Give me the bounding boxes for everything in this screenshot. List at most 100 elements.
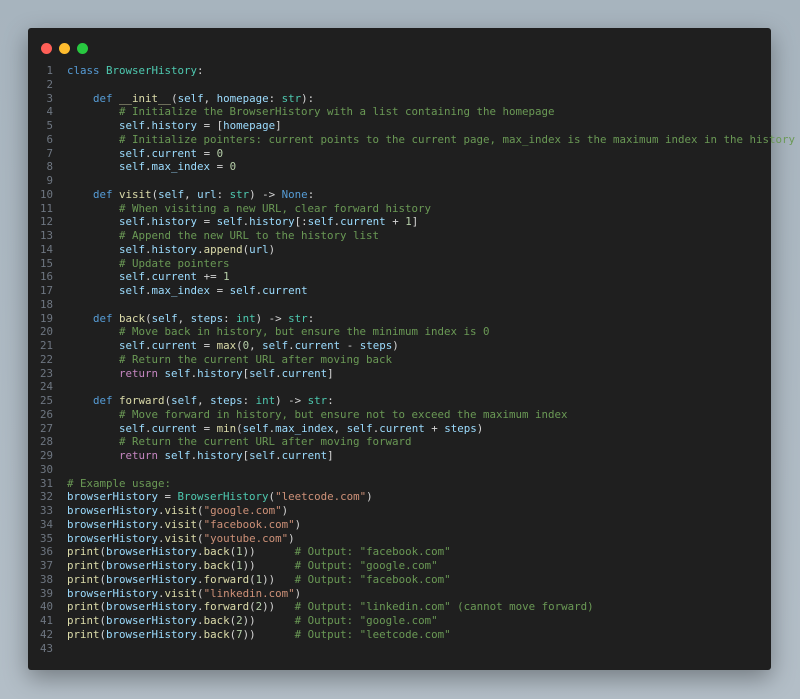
code-line: 9: [28, 174, 771, 188]
line-source: # Move forward in history, but ensure no…: [67, 408, 568, 422]
code-token: :: [327, 394, 334, 407]
code-token: BrowserHistory: [106, 64, 198, 77]
code-token: ,: [197, 394, 211, 407]
line-number: 35: [39, 531, 53, 545]
code-token: visit: [164, 531, 198, 545]
code-token: str: [288, 311, 308, 325]
code-token: browserHistory: [106, 600, 198, 614]
code-token: back: [203, 627, 230, 641]
line-number: 13: [39, 229, 53, 242]
code-line: 40 print(browserHistory.forward(2)) # Out…: [28, 600, 771, 614]
code-line: 42 print(browserHistory.back(7)) # Output…: [28, 628, 771, 642]
code-line: 41 print(browserHistory.back(2)) # Output…: [28, 614, 771, 628]
code-token: print: [67, 600, 100, 614]
code-line: 39 browserHistory.visit("linkedin.com"): [28, 587, 771, 601]
code-token: ) ->: [249, 187, 282, 201]
line-source: print(browserHistory.back(1)) # Output: …: [67, 559, 438, 573]
code-token: print: [67, 572, 100, 586]
code-token: return: [119, 366, 159, 380]
code-token: ): [294, 586, 302, 600]
code-token: [:: [294, 215, 308, 229]
code-token: )): [242, 627, 295, 641]
code-token: max_index: [151, 160, 211, 174]
code-token: browserHistory: [67, 504, 159, 517]
code-token: ]: [411, 215, 419, 229]
line-source: return self.history[self.current]: [67, 367, 334, 381]
code-token: print: [67, 545, 100, 559]
line-number: 26: [39, 407, 53, 421]
code-token: =: [197, 215, 217, 229]
maximize-button[interactable]: [77, 43, 88, 54]
code-line: 20 # Move back in history, but ensure th…: [28, 325, 771, 339]
code-token: =: [210, 160, 230, 174]
code-token: self: [164, 449, 191, 462]
code-editor: 1 class BrowserHistory: 2 3 def __init__(se…: [28, 64, 795, 655]
code-token: back: [119, 311, 146, 325]
line-number: 27: [39, 421, 53, 435]
code-token: self: [307, 215, 334, 229]
code-token: current: [151, 421, 198, 435]
minimize-button[interactable]: [59, 43, 70, 54]
line-number: 23: [39, 366, 53, 380]
line-number: 36: [39, 545, 53, 559]
code-line: 35 browserHistory.visit("youtube.com"): [28, 532, 771, 546]
code-window: 1 class BrowserHistory: 2 3 def __init__(se…: [28, 28, 795, 670]
code-token: self: [119, 215, 146, 229]
code-token: forward: [203, 600, 250, 614]
code-token: visit: [164, 517, 198, 531]
line-source: print(browserHistory.forward(1)) # Outpu…: [67, 573, 451, 587]
code-token: self: [119, 284, 146, 297]
code-line: 21 self.current = max(0, self.current - …: [28, 339, 771, 353]
code-line: 7 self.current = 0: [28, 147, 771, 161]
code-token: browserHistory: [106, 627, 198, 641]
code-token: def: [93, 91, 113, 105]
code-token: current: [379, 421, 425, 435]
line-number: 40: [39, 600, 53, 614]
line-number: 18: [39, 297, 53, 311]
code-token: self: [249, 366, 276, 380]
code-token: min: [216, 421, 237, 435]
code-token: self: [119, 270, 146, 284]
line-source: self.current = max(0, self.current - ste…: [67, 339, 399, 353]
line-source: def forward(self, steps: int) -> str:: [67, 394, 334, 408]
code-line: 30: [28, 463, 771, 477]
code-token: :: [223, 311, 237, 325]
code-token: self: [262, 339, 289, 352]
code-line: 37 print(browserHistory.back(1)) # Output…: [28, 559, 771, 573]
code-token: browserHistory: [67, 531, 159, 545]
code-token: "google.com": [203, 504, 282, 517]
line-number: 10: [39, 187, 53, 201]
close-button[interactable]: [41, 43, 52, 54]
line-number: 38: [39, 572, 53, 586]
code-line: 6 # Initialize pointers: current points …: [28, 133, 795, 147]
line-source: print(browserHistory.forward(2)) # Outpu…: [67, 600, 594, 614]
line-source: # Return the current URL after moving fo…: [67, 435, 412, 449]
line-source: def visit(self, url: str) -> None:: [67, 188, 314, 202]
line-number: 14: [39, 242, 53, 256]
code-token: browserHistory: [106, 614, 198, 627]
code-line: 22 # Return the current URL after moving…: [28, 353, 771, 367]
code-token: current: [281, 366, 328, 380]
code-line: 32 browserHistory = BrowserHistory("leetc…: [28, 490, 771, 504]
code-token: history: [151, 215, 198, 229]
code-line: 13 # Append the new URL to the history l…: [28, 229, 771, 243]
code-token: self: [216, 215, 243, 229]
code-token: forward: [203, 572, 250, 586]
code-token: # Return the current URL after moving fo…: [119, 435, 412, 449]
line-source: browserHistory.visit("linkedin.com"): [67, 587, 301, 601]
line-source: self.max_index = 0: [67, 160, 236, 174]
code-token: =: [197, 146, 217, 160]
line-number: 24: [39, 380, 53, 394]
code-token: )): [262, 572, 295, 586]
code-token: url: [197, 187, 217, 201]
code-line: 25 def forward(self, steps: int) -> str:: [28, 394, 771, 408]
line-number: 41: [39, 614, 53, 627]
code-token: str: [281, 91, 302, 105]
